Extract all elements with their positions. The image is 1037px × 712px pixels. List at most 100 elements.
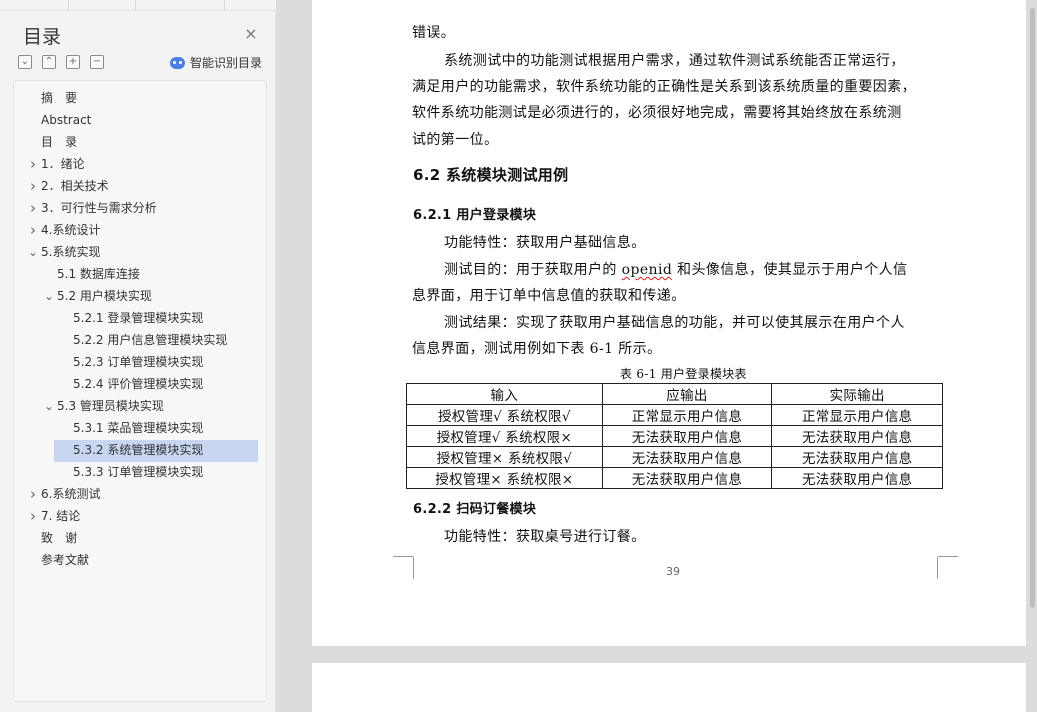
spellcheck-word[interactable]: openid xyxy=(622,262,673,278)
heading-6-2: 6.2 系统模块测试用例 xyxy=(413,166,569,184)
table-cell: 无法获取用户信息 xyxy=(601,446,773,468)
test-case-table: 输入 应输出 实际输出 授权管理√ 系统权限√ 正常显示用户信息 正常显示用户信… xyxy=(406,383,943,489)
toc-item-label: 5.2 用户模块实现 xyxy=(57,289,152,303)
toc-item[interactable]: › 3．可行性与需求分析 xyxy=(14,198,268,219)
table-cell: 无法获取用户信息 xyxy=(771,446,943,468)
page-number: 39 xyxy=(666,565,680,578)
toc-item-label: 5.3.2 系统管理模块实现 xyxy=(73,443,204,457)
toc-item[interactable]: › 1．绪论 xyxy=(14,154,268,175)
crop-mark xyxy=(393,556,413,557)
text-run: 和头像信息，使其显示于用户个人信 xyxy=(672,262,908,278)
chevron-down-icon[interactable]: ⌄ xyxy=(27,242,39,263)
toc-item[interactable]: 参考文献 xyxy=(14,550,268,571)
toc-item-label: 目 录 xyxy=(41,135,78,149)
table-row: 授权管理× 系统权限× 无法获取用户信息 无法获取用户信息 xyxy=(406,467,943,489)
smart-recognize-icon xyxy=(170,56,185,69)
toc-item[interactable]: Abstract xyxy=(14,110,268,131)
toc-item[interactable]: 5.2.3 订单管理模块实现 xyxy=(14,352,268,373)
crop-mark xyxy=(938,556,958,557)
toc-item-label: 6.系统测试 xyxy=(41,487,101,501)
smart-toc-button[interactable]: 智能识别目录 xyxy=(170,54,262,71)
chevron-down-icon[interactable]: ⌄ xyxy=(18,55,32,69)
toc-item[interactable]: ⌄ 5.3 管理员模块实现 xyxy=(14,396,268,417)
toc-item-label: Abstract xyxy=(41,113,92,127)
collapse-all-icon[interactable]: − xyxy=(90,55,104,69)
table-row: 授权管理√ 系统权限√ 正常显示用户信息 正常显示用户信息 xyxy=(406,404,943,426)
toc-item[interactable]: ⌄ 5.系统实现 xyxy=(14,242,268,263)
chevron-down-icon[interactable]: ⌄ xyxy=(43,286,55,307)
toc-item[interactable]: 5.2.1 登录管理模块实现 xyxy=(14,308,268,329)
clipped-line xyxy=(412,0,942,6)
table-cell: 无法获取用户信息 xyxy=(601,425,773,447)
table-row: 授权管理√ 系统权限× 无法获取用户信息 无法获取用户信息 xyxy=(406,425,943,447)
para-line: 试的第一位。 xyxy=(412,132,499,148)
heading-6-2-1: 6.2.1 用户登录模块 xyxy=(413,208,537,223)
crop-mark xyxy=(413,557,414,579)
toc-item[interactable]: › 2．相关技术 xyxy=(14,176,268,197)
table-header-cell: 输入 xyxy=(406,383,603,405)
toc-item[interactable]: ⌄ 5.2 用户模块实现 xyxy=(14,286,268,307)
toc-item-label: 2．相关技术 xyxy=(41,179,109,193)
next-page xyxy=(312,663,1026,712)
table-cell: 正常显示用户信息 xyxy=(771,404,943,426)
toc-item[interactable]: 5.1 数据库连接 xyxy=(14,264,268,285)
para-line: 错误。 xyxy=(412,25,456,41)
para-line: 信息界面，测试用例如下表 6-1 所示。 xyxy=(412,341,662,357)
toc-item[interactable]: › 7. 结论 xyxy=(14,506,268,527)
toc-item-label: 5.1 数据库连接 xyxy=(57,267,140,281)
chevron-right-icon[interactable]: › xyxy=(27,154,39,175)
toc-item[interactable]: 目 录 xyxy=(14,132,268,153)
toc-item-label: 4.系统设计 xyxy=(41,223,101,237)
para-line: 功能特性：获取用户基础信息。 xyxy=(444,235,646,251)
toc-item[interactable]: 5.3.1 菜品管理模块实现 xyxy=(14,418,268,439)
toc-item[interactable]: 5.2.2 用户信息管理模块实现 xyxy=(14,330,268,351)
toc-item-label: 参考文献 xyxy=(41,553,90,567)
toc-item-label: 5.系统实现 xyxy=(41,245,101,259)
para-line: 系统测试中的功能测试根据用户需求，通过软件测试系统能否正常运行， xyxy=(444,53,905,69)
table-cell: 授权管理√ 系统权限× xyxy=(406,425,603,447)
table-cell: 授权管理√ 系统权限√ xyxy=(406,404,603,426)
toc-item[interactable]: 摘 要 xyxy=(14,88,268,109)
para-line: 软件系统功能测试是必须进行的，必须很好地完成，需要将其始终放在系统测 xyxy=(412,105,902,121)
toc-item-label: 1．绪论 xyxy=(41,157,85,171)
toc-sidebar: 目录 × ⌄ ⌃ + − 智能识别目录 摘 要 Abstract 目 录 › 1．绪论 ›… xyxy=(0,0,276,712)
table-cell: 无法获取用户信息 xyxy=(771,425,943,447)
chevron-right-icon[interactable]: › xyxy=(27,198,39,219)
chevron-up-icon[interactable]: ⌃ xyxy=(42,55,56,69)
para-line: 满足用户的功能需求，软件系统功能的正确性是关系到该系统质量的重要因素， xyxy=(412,79,916,95)
chevron-right-icon[interactable]: › xyxy=(27,176,39,197)
expand-all-icon[interactable]: + xyxy=(66,55,80,69)
toc-item-label: 5.3.3 订单管理模块实现 xyxy=(73,465,204,479)
sidebar-title: 目录 xyxy=(23,26,62,48)
toc-item[interactable]: › 4.系统设计 xyxy=(14,220,268,241)
text-run: 测试目的：用于获取用户的 xyxy=(444,262,622,278)
toc-item[interactable]: 致 谢 xyxy=(14,528,268,549)
toc-item[interactable]: 5.2.4 评价管理模块实现 xyxy=(14,374,268,395)
chevron-right-icon[interactable]: › xyxy=(27,484,39,505)
heading-6-2-2: 6.2.2 扫码订餐模块 xyxy=(413,502,537,517)
page-gutter xyxy=(276,0,312,712)
toc-item[interactable]: 5.3.3 订单管理模块实现 xyxy=(14,462,268,483)
toc-item-label: 7. 结论 xyxy=(41,509,81,523)
toc-item-label: 5.3 管理员模块实现 xyxy=(57,399,164,413)
toc-item-label: 5.2.4 评价管理模块实现 xyxy=(73,377,204,391)
chevron-right-icon[interactable]: › xyxy=(27,220,39,241)
para-line: 测试结果：实现了获取用户基础信息的功能，并可以使其展示在用户个人 xyxy=(444,315,905,331)
toc-item-label: 5.2.2 用户信息管理模块实现 xyxy=(73,333,228,347)
table-cell: 正常显示用户信息 xyxy=(601,404,773,426)
chevron-right-icon[interactable]: › xyxy=(27,506,39,527)
close-icon[interactable]: × xyxy=(243,26,259,42)
toc-item[interactable]: 5.3.2 系统管理模块实现 xyxy=(14,440,268,462)
chevron-down-icon[interactable]: ⌄ xyxy=(43,396,55,417)
table-cell: 授权管理× 系统权限× xyxy=(406,467,603,489)
top-strip xyxy=(0,0,276,11)
toc-item-label: 5.2.1 登录管理模块实现 xyxy=(73,311,204,325)
scrollbar-thumb[interactable] xyxy=(1030,8,1035,608)
para-line: 测试目的：用于获取用户的 openid 和头像信息，使其显示于用户个人信 xyxy=(444,259,907,279)
table-row: 授权管理× 系统权限√ 无法获取用户信息 无法获取用户信息 xyxy=(406,446,943,468)
toc-item-label: 5.2.3 订单管理模块实现 xyxy=(73,355,204,369)
toc-item[interactable]: › 6.系统测试 xyxy=(14,484,268,505)
toc-list: 摘 要 Abstract 目 录 › 1．绪论 › 2．相关技术 › 3．可行性与需求分析 › 4.… xyxy=(13,80,267,702)
para-line: 息界面，用于订单中信息值的获取和传递。 xyxy=(412,288,686,304)
table-cell: 无法获取用户信息 xyxy=(771,467,943,489)
